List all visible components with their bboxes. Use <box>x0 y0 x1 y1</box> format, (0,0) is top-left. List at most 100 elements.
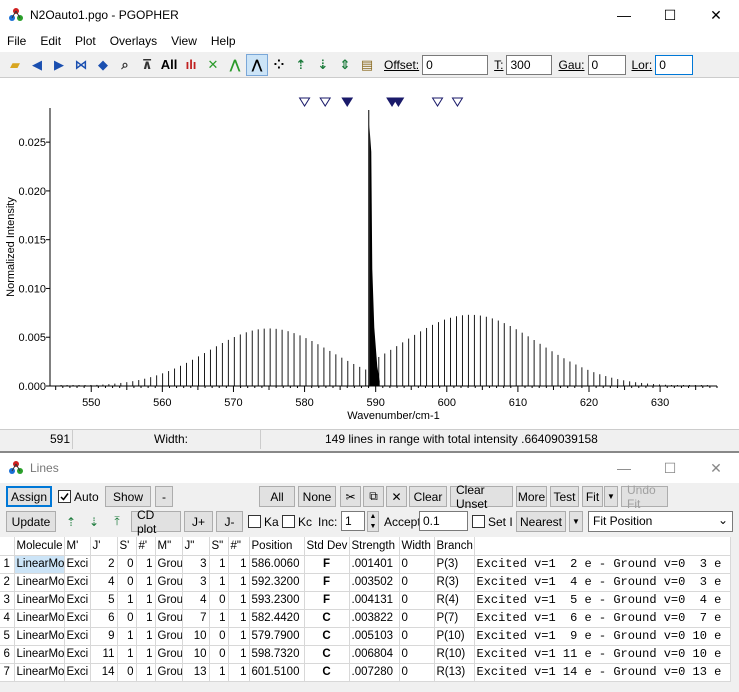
column-header[interactable]: Molecule <box>14 537 65 556</box>
cut-icon[interactable]: ✂ <box>340 486 361 507</box>
table-cell[interactable]: Grou <box>155 627 183 646</box>
show-all-button[interactable]: All <box>158 54 180 76</box>
ka-checkbox[interactable] <box>248 515 261 528</box>
table-cell[interactable]: 0 <box>399 555 435 574</box>
nearest-button[interactable]: Nearest <box>516 511 566 532</box>
table-cell[interactable]: 0 <box>399 663 435 682</box>
set-i-checkbox[interactable] <box>472 515 485 528</box>
table-cell[interactable]: Excited v=1 14 e - Ground v=0 13 e <box>474 663 731 682</box>
stick-plot-icon[interactable]: ⁘ <box>268 54 290 76</box>
table-cell[interactable]: R(3) <box>434 573 475 592</box>
column-header[interactable]: S' <box>117 537 137 556</box>
temperature-input[interactable] <box>506 54 553 75</box>
lines-maximize-button[interactable]: ☐ <box>647 453 693 483</box>
table-cell[interactable]: LinearMol <box>14 645 65 664</box>
clear-unset-button[interactable]: Clear Unset <box>450 483 513 511</box>
table-row[interactable]: 4 LinearMol Exci 6 0 1 Grou 7 1 1 582.4420 C .003822… <box>0 609 731 628</box>
collapse-button[interactable]: - <box>155 486 173 507</box>
column-header[interactable]: Strength <box>349 537 400 556</box>
lines-minimize-button[interactable]: — <box>601 453 647 483</box>
table-cell[interactable]: 1 <box>228 663 250 682</box>
table-cell[interactable]: P(10) <box>434 627 475 646</box>
table-cell[interactable]: Grou <box>155 609 183 628</box>
cd-plot-button[interactable]: CD plot <box>131 508 181 536</box>
test-button[interactable]: Test <box>550 486 579 507</box>
table-cell[interactable]: 598.7320 <box>249 645 305 664</box>
nearest-dropdown-icon[interactable]: ▼ <box>569 511 583 532</box>
column-header[interactable]: Position <box>249 537 305 556</box>
table-row[interactable]: 2 LinearMol Exci 4 0 1 Grou 3 1 1 592.3200 F .003502… <box>0 573 731 592</box>
column-header[interactable]: M" <box>155 537 183 556</box>
table-cell[interactable]: 1 <box>117 627 137 646</box>
table-cell[interactable]: 0 <box>399 591 435 610</box>
table-cell[interactable]: 1 <box>117 645 137 664</box>
table-cell[interactable]: 0 <box>117 663 137 682</box>
table-cell[interactable]: 2 <box>90 555 118 574</box>
clear-button[interactable]: Clear <box>409 486 447 507</box>
table-row[interactable]: 7 LinearMol Exci 14 0 1 Grou 13 1 1 601.5100 C .0072… <box>0 663 731 682</box>
table-cell[interactable]: 4 <box>182 591 210 610</box>
table-row[interactable]: 1 LinearMol Exci 2 0 1 Grou 3 1 1 586.0060 F .001401… <box>0 554 731 574</box>
table-cell[interactable]: Excited v=1 2 e - Ground v=0 3 e <box>474 555 731 574</box>
table-cell[interactable]: .007280 <box>349 663 400 682</box>
menu-file[interactable]: File <box>0 34 33 48</box>
update-button[interactable]: Update <box>6 511 56 532</box>
table-cell[interactable]: 7 <box>0 663 15 682</box>
lines-close-button[interactable]: ✕ <box>693 453 739 483</box>
j-minus-button[interactable]: J- <box>216 511 243 532</box>
delete-icon[interactable]: ✕ <box>386 486 407 507</box>
arrow-right-icon[interactable]: ▶ <box>48 54 70 76</box>
column-header[interactable]: Branch <box>434 537 475 556</box>
table-cell[interactable]: Excited v=1 9 e - Ground v=0 10 e <box>474 627 731 646</box>
table-cell[interactable]: 0 <box>209 645 229 664</box>
move-up-icon[interactable]: ⇡ <box>290 54 312 76</box>
column-header[interactable] <box>474 537 731 556</box>
table-cell[interactable]: 1 <box>136 573 156 592</box>
table-cell[interactable]: Exci <box>64 591 91 610</box>
clipboard-icon[interactable]: ▤ <box>356 54 378 76</box>
table-cell[interactable]: 0 <box>117 573 137 592</box>
more-button[interactable]: More <box>516 486 547 507</box>
table-cell[interactable]: 601.5100 <box>249 663 305 682</box>
table-cell[interactable]: 5 <box>90 591 118 610</box>
table-cell[interactable]: 579.7900 <box>249 627 305 646</box>
table-cell[interactable]: 0 <box>117 609 137 628</box>
table-cell[interactable]: Grou <box>155 645 183 664</box>
spectrum-plot-area[interactable]: 0.000 0.005 0.010 0.015 0.020 0.025 550 560 570 5… <box>0 78 739 429</box>
table-cell[interactable]: 0 <box>209 627 229 646</box>
table-cell[interactable]: 592.3200 <box>249 573 305 592</box>
menu-view[interactable]: View <box>164 34 204 48</box>
table-cell[interactable]: 1 <box>136 555 156 574</box>
table-cell[interactable]: LinearMol <box>14 609 65 628</box>
copy-icon[interactable]: ⧉ <box>363 486 384 507</box>
table-cell[interactable]: 3 <box>182 573 210 592</box>
spectrum-icon[interactable]: ılı <box>180 54 202 76</box>
table-cell[interactable]: 0 <box>399 627 435 646</box>
table-cell[interactable]: LinearMol <box>14 663 65 682</box>
table-cell[interactable]: LinearMol <box>14 627 65 646</box>
gaussian-input[interactable] <box>587 54 626 75</box>
table-cell[interactable]: LinearMol <box>14 573 65 592</box>
table-cell[interactable]: F <box>304 591 350 610</box>
table-cell[interactable]: Excited v=1 11 e - Ground v=0 10 e <box>474 645 731 664</box>
table-cell[interactable]: 14 <box>90 663 118 682</box>
table-row[interactable]: 6 LinearMol Exci 11 1 1 Grou 10 0 1 598.7320 C .0068… <box>0 645 731 664</box>
move-top-icon[interactable]: ⤒ <box>107 511 127 532</box>
kc-checkbox[interactable] <box>282 515 295 528</box>
column-header[interactable]: #' <box>136 537 156 556</box>
select-all-button[interactable]: All <box>259 486 295 507</box>
fit-button[interactable]: Fit <box>582 486 603 507</box>
assign-button[interactable]: Assign <box>6 486 52 507</box>
table-cell[interactable]: 4 <box>90 573 118 592</box>
table-cell[interactable]: 1 <box>136 609 156 628</box>
table-cell[interactable]: Grou <box>155 663 183 682</box>
show-button[interactable]: Show <box>105 486 151 507</box>
overlay-peaks-icon[interactable]: ⋀ <box>224 54 246 76</box>
table-cell[interactable]: 13 <box>182 663 210 682</box>
column-header[interactable] <box>0 537 15 556</box>
table-cell[interactable]: .003822 <box>349 609 400 628</box>
table-cell[interactable]: 1 <box>209 663 229 682</box>
table-cell[interactable]: 1 <box>228 591 250 610</box>
inc-input[interactable] <box>341 511 365 531</box>
table-cell[interactable]: 1 <box>228 627 250 646</box>
